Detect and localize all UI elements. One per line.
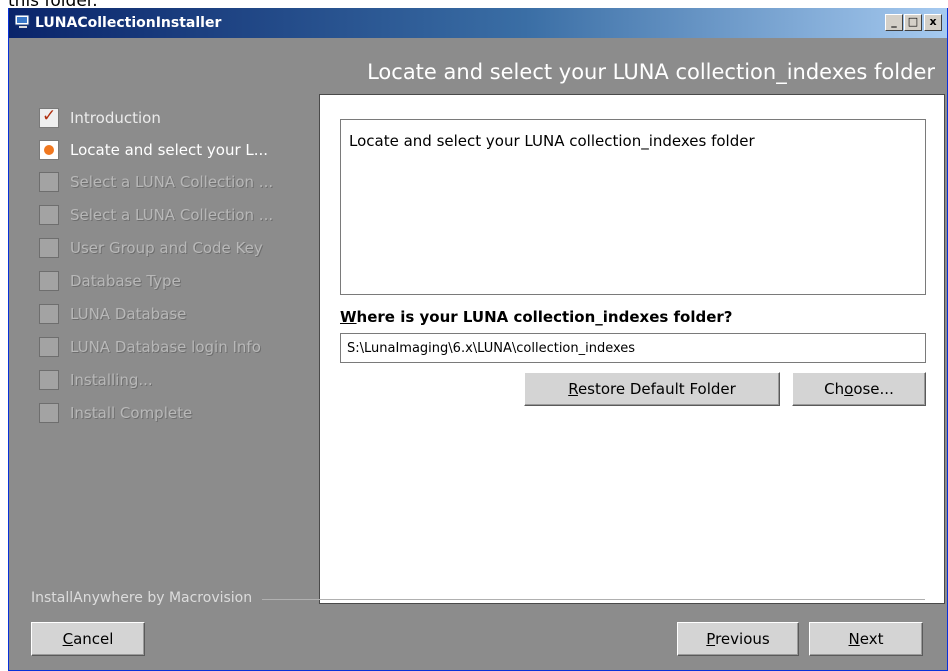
pending-step-icon xyxy=(39,238,59,258)
minimize-button[interactable]: _ xyxy=(885,14,903,31)
step-item-database-type: Database Type xyxy=(39,271,319,295)
step-header-title: Locate and select your LUNA collection_i… xyxy=(367,60,935,84)
next-button[interactable]: Next xyxy=(809,622,923,656)
step-label: Introduction xyxy=(70,109,161,127)
previous-label: revious xyxy=(715,630,770,648)
step-label: Installing... xyxy=(70,371,153,389)
question-text: here is your LUNA collection_indexes fol… xyxy=(356,308,733,326)
pending-step-icon xyxy=(39,304,59,324)
window-title: LUNACollectionInstaller xyxy=(35,15,222,31)
step-item-select-collection-1: Select a LUNA Collection ... xyxy=(39,172,319,196)
installer-content: Locate and select your LUNA collection_i… xyxy=(13,38,945,666)
maximize-button[interactable]: □ xyxy=(904,14,922,31)
restore-mnemonic: R xyxy=(568,380,578,398)
previous-mnemonic: P xyxy=(706,630,716,648)
cancel-mnemonic: C xyxy=(62,630,74,648)
next-label: ext xyxy=(859,630,884,648)
checkmark-icon: ✓ xyxy=(39,106,59,128)
pending-step-icon xyxy=(39,205,59,225)
folder-question-label: Where is your LUNA collection_indexes fo… xyxy=(340,308,733,326)
cancel-button[interactable]: Cancel xyxy=(31,622,145,656)
choose-label-end: ose... xyxy=(853,380,894,398)
vendor-label: InstallAnywhere by Macrovision xyxy=(31,590,263,606)
step-label: Locate and select your L... xyxy=(70,141,269,159)
cancel-label: ancel xyxy=(73,630,114,648)
step-item-installing: Installing... xyxy=(39,370,319,394)
previous-button[interactable]: Previous xyxy=(677,622,799,656)
step-item-introduction: ✓ Introduction xyxy=(39,106,319,132)
question-mnemonic: W xyxy=(340,308,357,326)
step-item-install-complete: Install Complete xyxy=(39,403,319,427)
step-item-locate-folder: Locate and select your L... xyxy=(39,140,319,164)
pending-step-icon xyxy=(39,172,59,192)
pending-step-icon xyxy=(39,403,59,423)
step-label: Select a LUNA Collection ... xyxy=(70,173,274,191)
choose-label-start: Ch xyxy=(824,380,845,398)
installer-window: LUNACollectionInstaller _ □ x Locate and… xyxy=(8,8,948,671)
step-label: Database Type xyxy=(70,272,181,290)
next-mnemonic: N xyxy=(848,630,860,648)
step-item-luna-database: LUNA Database xyxy=(39,304,319,328)
step-item-user-group: User Group and Code Key xyxy=(39,238,319,262)
folder-path-input[interactable] xyxy=(340,333,926,363)
step-label: Install Complete xyxy=(70,404,193,422)
close-button[interactable]: x xyxy=(924,14,942,31)
step-label: LUNA Database xyxy=(70,305,187,323)
app-icon xyxy=(15,15,30,28)
main-panel: Locate and select your LUNA collection_i… xyxy=(319,94,945,604)
restore-label: estore Default Folder xyxy=(577,380,736,398)
step-label: User Group and Code Key xyxy=(70,239,263,257)
description-box: Locate and select your LUNA collection_i… xyxy=(340,119,926,295)
pending-step-icon xyxy=(39,370,59,390)
pending-step-icon xyxy=(39,271,59,291)
step-item-database-login: LUNA Database login Info xyxy=(39,337,319,361)
step-label: Select a LUNA Collection ... xyxy=(70,206,274,224)
current-step-icon xyxy=(39,140,59,160)
choose-folder-button[interactable]: Choose... xyxy=(792,372,926,406)
restore-default-folder-button[interactable]: Restore Default Folder xyxy=(524,372,780,406)
step-label: LUNA Database login Info xyxy=(70,338,261,356)
choose-mnemonic: o xyxy=(844,380,854,398)
title-bar[interactable]: LUNACollectionInstaller _ □ x xyxy=(9,8,947,38)
step-item-select-collection-2: Select a LUNA Collection ... xyxy=(39,205,319,229)
pending-step-icon xyxy=(39,337,59,357)
